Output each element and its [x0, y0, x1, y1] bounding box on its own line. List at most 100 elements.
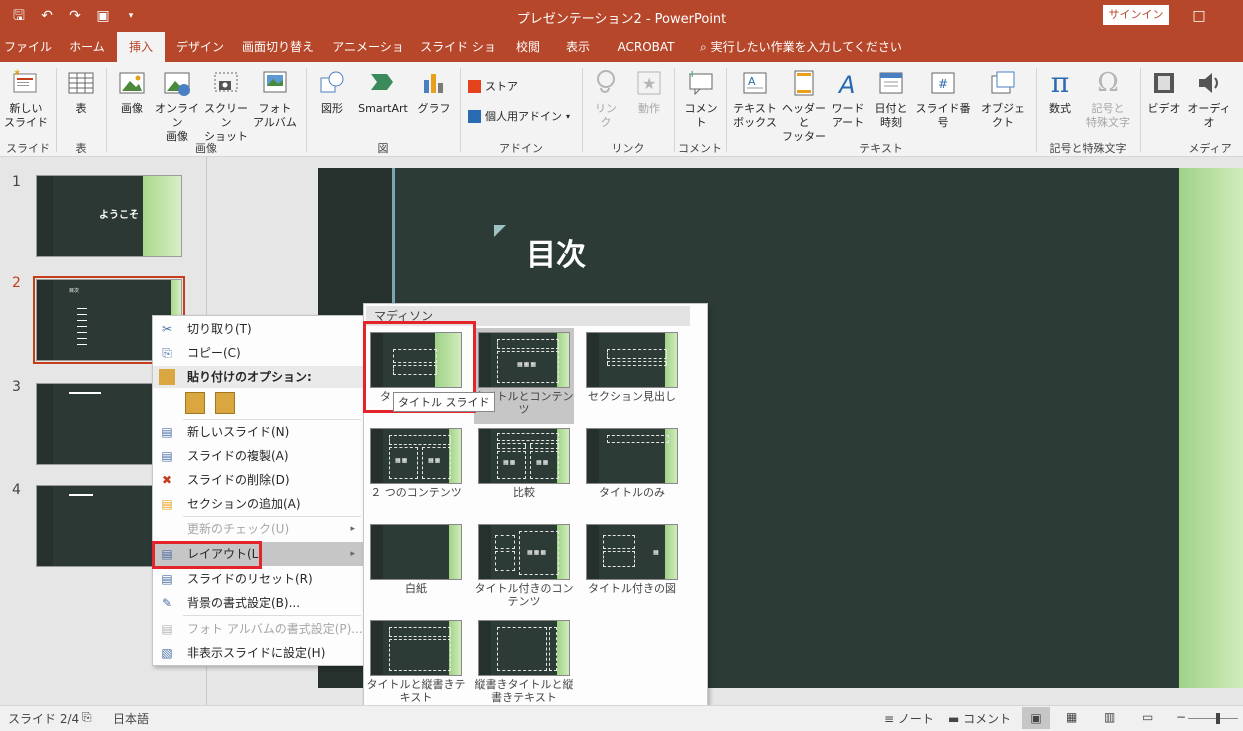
calendar-icon — [879, 72, 903, 94]
layout-vertical-title-and-text[interactable]: 縦書きタイトルと縦書きテキスト — [474, 616, 574, 712]
action-button[interactable]: ★ 動作 — [630, 68, 668, 116]
my-addins-button[interactable]: 個人用アドイン ▾ — [468, 108, 570, 124]
reading-view-icon[interactable]: ▥ — [1104, 710, 1115, 724]
wordart-button[interactable]: A ワード アート — [828, 68, 868, 130]
menu-label: 更新のチェック(U) — [187, 522, 290, 536]
image-button[interactable]: 画像 — [112, 68, 152, 116]
menu-item-hide[interactable]: ▧ 非表示スライドに設定(H) — [153, 641, 363, 665]
tab-slideshow[interactable]: スライド ショー — [416, 32, 500, 84]
audio-button[interactable]: オーディオ — [1184, 68, 1234, 130]
layout-thumbnail: ▦▦ ▦▦ — [478, 428, 570, 484]
tab-view[interactable]: 表示 — [556, 32, 600, 62]
chart-button[interactable]: グラフ — [414, 68, 454, 116]
wordart-icon: A — [837, 71, 855, 98]
menu-item-add-section[interactable]: ▤ セクションの追加(A) — [153, 492, 363, 516]
menu-item-background[interactable]: ✎ 背景の書式設定(B)... — [153, 591, 363, 615]
textbox-label: テキスト ボックス — [733, 102, 777, 129]
menu-item-delete[interactable]: ✖ スライドの削除(D) — [153, 468, 363, 492]
tab-home[interactable]: ホーム — [60, 32, 114, 62]
slide-sorter-icon[interactable]: ▦ — [1066, 710, 1077, 724]
menu-item-copy[interactable]: ⎘ コピー(C) — [153, 341, 363, 365]
symbol-button[interactable]: Ω 記号と 特殊文字 — [1082, 68, 1134, 130]
store-button[interactable]: ストア — [468, 78, 518, 94]
layout-title-and-vertical-text[interactable]: タイトルと縦書きテキスト — [366, 616, 466, 712]
duplicate-slide-icon: ▤ — [161, 449, 173, 463]
new-slide-button[interactable]: ✶ 新しい スライド — [4, 68, 48, 130]
layout-thumbnail: ▦▦▦ — [478, 332, 570, 388]
smartart-button[interactable]: SmartArt — [354, 68, 412, 116]
smartart-icon — [371, 74, 393, 90]
notes-button[interactable]: ≡ ノート — [884, 710, 934, 727]
layout-picture-with-caption[interactable]: ▦ タイトル付きの図 — [582, 520, 682, 616]
layout-comparison[interactable]: ▦▦ ▦▦ 比較 — [474, 424, 574, 520]
language-indicator[interactable]: 日本語 — [113, 710, 149, 727]
comment-button[interactable]: + コメント — [680, 68, 722, 130]
zoom-slider[interactable] — [1188, 718, 1238, 719]
paste-as-picture-icon[interactable] — [215, 392, 235, 414]
chart-icon — [424, 74, 443, 93]
layout-two-content[interactable]: ▦▦ ▦▦ ２ つのコンテンツ — [366, 424, 466, 520]
store-icon — [468, 79, 481, 93]
object-button[interactable]: オブジェクト — [976, 68, 1030, 130]
slide-thumbnail-1[interactable]: ようこそ — [36, 175, 182, 257]
equation-button[interactable]: π 数式 — [1040, 68, 1080, 116]
slide-number-button[interactable]: # スライド番号 — [912, 68, 974, 130]
zoom-out-icon[interactable]: − — [1176, 710, 1186, 724]
menu-label: フォト アルバムの書式設定(P)... — [187, 622, 363, 636]
header-footer-button[interactable]: ヘッダーと フッター — [780, 68, 828, 144]
menu-item-photo-album: ▤ フォト アルバムの書式設定(P)... — [153, 617, 363, 641]
slide-green-strip — [1179, 168, 1243, 688]
action-label: 動作 — [638, 102, 660, 115]
zoom-slider-thumb[interactable] — [1216, 713, 1220, 724]
thumb-accent — [143, 176, 181, 256]
comments-button[interactable]: ▬ コメント — [948, 710, 1011, 727]
menu-item-cut[interactable]: ✂ 切り取り(T) — [153, 317, 363, 341]
chart-label: グラフ — [417, 102, 451, 115]
screenshot-button[interactable]: スクリーン ショット — [202, 68, 250, 144]
menu-label: コピー(C) — [187, 346, 241, 360]
spellcheck-icon[interactable]: ⎘ — [82, 710, 92, 725]
normal-view-icon[interactable]: ▣ — [1022, 707, 1050, 729]
ribbon-display-options-icon[interactable]: □ — [1188, 5, 1210, 27]
layout-label: タイトル付きのコンテンツ — [474, 582, 574, 608]
thumb-number: 1 — [12, 174, 21, 190]
object-icon — [991, 71, 1015, 94]
table-button[interactable]: 表 — [62, 68, 100, 116]
online-image-button[interactable]: オンライン 画像 — [154, 68, 200, 144]
slide-number-icon: # — [931, 72, 955, 94]
link-button[interactable]: リン ク — [588, 68, 624, 130]
store-label: ストア — [485, 80, 518, 93]
datetime-button[interactable]: 日付と 時刻 — [870, 68, 912, 130]
ribbon-tabs: ファイル ホーム 挿入 デザイン 画面切り替え アニメーション スライド ショー… — [0, 32, 1243, 84]
layout-section-header[interactable]: セクション見出し — [582, 328, 682, 424]
textbox-button[interactable]: A テキスト ボックス — [730, 68, 780, 130]
paste-header-icon — [159, 369, 175, 385]
photo-album-label: フォト アルバム — [253, 102, 297, 129]
tab-insert[interactable]: 挿入 — [117, 32, 165, 62]
tab-review[interactable]: 校閲 — [508, 32, 548, 62]
tell-me-box[interactable]: ⌕ 実行したい作業を入力してください — [700, 32, 902, 62]
photo-album-format-icon: ▤ — [161, 622, 173, 636]
layout-title-only[interactable]: タイトルのみ — [582, 424, 682, 520]
signin-button[interactable]: サインイン — [1103, 5, 1169, 25]
slideshow-view-icon[interactable]: ▭ — [1142, 710, 1153, 724]
tab-file[interactable]: ファイル — [0, 32, 56, 62]
menu-item-duplicate[interactable]: ▤ スライドの複製(A) — [153, 444, 363, 468]
tab-design[interactable]: デザイン — [168, 32, 232, 62]
screenshot-label: スクリーン ショット — [204, 102, 248, 143]
menu-item-reset[interactable]: ▤ スライドのリセット(R) — [153, 567, 363, 591]
paste-keep-format-icon[interactable] — [185, 392, 205, 414]
thumb-bar — [37, 176, 53, 256]
tab-animations[interactable]: アニメーション — [328, 32, 408, 84]
group-label-image: 画像 — [195, 142, 217, 155]
layout-blank[interactable]: 白紙 — [366, 520, 466, 616]
tab-transitions[interactable]: 画面切り替え — [236, 32, 320, 62]
photo-album-button[interactable]: フォト アルバム — [252, 68, 298, 130]
thumb-title: 目次 — [69, 288, 80, 294]
menu-item-new-slide[interactable]: ▤ 新しいスライド(N) — [153, 420, 363, 444]
tab-acrobat[interactable]: ACROBAT — [608, 32, 684, 62]
layout-content-with-caption[interactable]: ▦▦▦ タイトル付きのコンテンツ — [474, 520, 574, 616]
shapes-button[interactable]: 図形 — [312, 68, 352, 116]
video-button[interactable]: ビデオ — [1144, 68, 1184, 116]
slide-title[interactable]: 目次 — [526, 230, 586, 274]
